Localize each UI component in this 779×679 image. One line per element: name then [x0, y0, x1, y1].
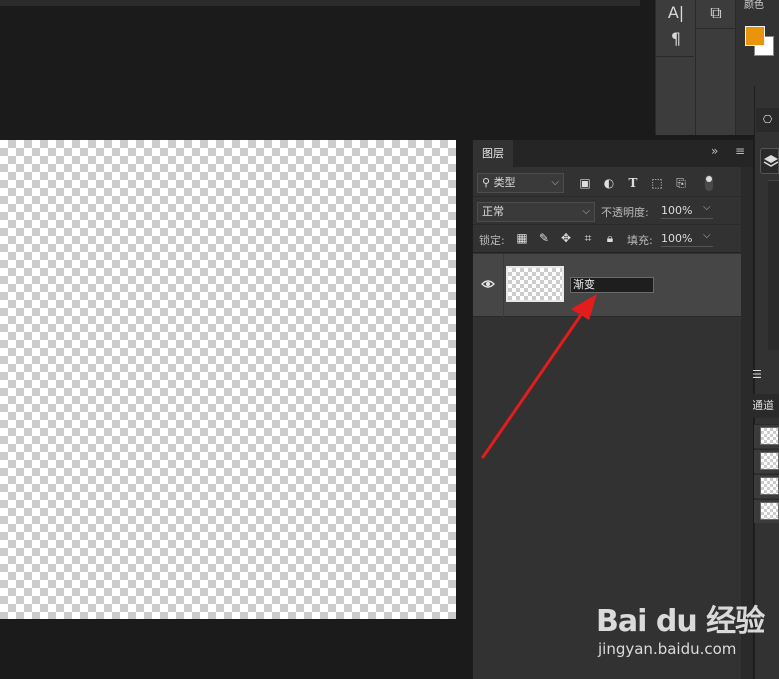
adjustment-layer-filter-icon[interactable]: ◐	[601, 175, 617, 191]
opacity-label: 不透明度:	[601, 206, 649, 219]
tool-presets-icon[interactable]: ⧉	[696, 0, 736, 26]
color-panel-label: 颜色	[744, 0, 764, 11]
smart-object-filter-icon[interactable]: ⎘	[673, 175, 689, 191]
lock-artboard-icon[interactable]: ⌗	[581, 231, 595, 245]
lock-all-icon[interactable]: 🔒︎	[603, 231, 617, 245]
search-icon: ⚲	[482, 176, 494, 189]
divider	[656, 56, 694, 57]
lock-position-icon[interactable]: ✥	[559, 231, 573, 245]
side-panel-content	[768, 180, 779, 350]
filter-kind-value: 类型	[493, 176, 516, 189]
lock-row: 锁定: ▦ ✎ ✥ ⌗ 🔒︎ 填充: 100% ⌵	[473, 225, 741, 253]
layer-name-input[interactable]: 渐变	[570, 277, 654, 293]
chevron-down-icon: ⌵	[582, 206, 590, 217]
paragraph-icon[interactable]: ¶	[656, 26, 696, 52]
blend-mode-select[interactable]: 正常 ⌵	[477, 202, 595, 222]
filter-toggle[interactable]	[705, 175, 713, 191]
channel-thumbnail	[760, 427, 779, 445]
chevron-down-icon: ⌵	[551, 177, 559, 188]
collapse-icon[interactable]: »	[711, 144, 718, 158]
tool-presets-column: ⧉	[695, 0, 735, 135]
lock-image-pixels-icon[interactable]: ✎	[537, 231, 551, 245]
layer-thumbnail[interactable]	[506, 266, 564, 302]
blend-row: 正常 ⌵ 不透明度: 100% ⌵	[473, 197, 741, 225]
channel-thumbnail	[760, 502, 779, 520]
blend-mode-value: 正常	[482, 205, 504, 218]
photoshop-workspace: A| ¶ ⧉ 颜色 ⎔ ☰ 通道 图层 » ≡ ⚲ 类型 ⌵ ▣ ◐ T ⬚ ⎘…	[0, 0, 779, 679]
document-canvas[interactable]	[0, 140, 456, 619]
filter-kind-select[interactable]: ⚲ 类型 ⌵	[477, 173, 564, 193]
watermark-logo: Bai du 经验	[596, 604, 765, 639]
watermark-url: jingyan.baidu.com	[598, 640, 737, 658]
lock-transparent-pixels-icon[interactable]: ▦	[515, 231, 529, 245]
channel-thumbnail	[760, 452, 779, 470]
visibility-eye-icon[interactable]	[481, 278, 495, 292]
options-bar-edge	[0, 0, 640, 6]
opacity-underline	[661, 218, 713, 219]
channel-thumbnail	[760, 477, 779, 495]
foreground-color-swatch[interactable]	[745, 26, 765, 46]
character-icon[interactable]: A|	[656, 0, 696, 26]
fill-label: 填充:	[627, 234, 653, 247]
baidu-jingyan-watermark: Bai du 经验 jingyan.baidu.com	[596, 596, 776, 666]
divider	[503, 254, 504, 317]
opacity-input[interactable]: 100%	[661, 204, 692, 217]
side-panel-menu-icon[interactable]: ☰	[752, 364, 779, 386]
panel-menu-icon[interactable]: ≡	[735, 144, 745, 158]
opacity-dropdown-icon[interactable]: ⌵	[703, 202, 711, 213]
character-tools-column: A| ¶	[655, 0, 695, 135]
fill-input[interactable]: 100%	[661, 232, 692, 245]
filter-row: ⚲ 类型 ⌵ ▣ ◐ T ⬚ ⎘	[473, 167, 741, 197]
shape-layer-filter-icon[interactable]: ⬚	[649, 175, 665, 191]
side-panel-tab-icon[interactable]: ⎔	[756, 108, 779, 132]
divider	[695, 28, 735, 29]
fill-dropdown-icon[interactable]: ⌵	[703, 230, 711, 241]
tab-layers[interactable]: 图层	[473, 140, 513, 167]
lock-label: 锁定:	[479, 234, 505, 247]
layer-row[interactable]: 渐变	[473, 254, 741, 317]
fill-underline	[661, 246, 713, 247]
type-layer-filter-icon[interactable]: T	[625, 175, 641, 191]
layers-panel-header: 图层 » ≡	[473, 140, 753, 167]
channels-tab[interactable]: 通道	[752, 394, 779, 418]
layers-panel-button-icon[interactable]	[760, 148, 779, 174]
pixel-layer-filter-icon[interactable]: ▣	[577, 175, 593, 191]
